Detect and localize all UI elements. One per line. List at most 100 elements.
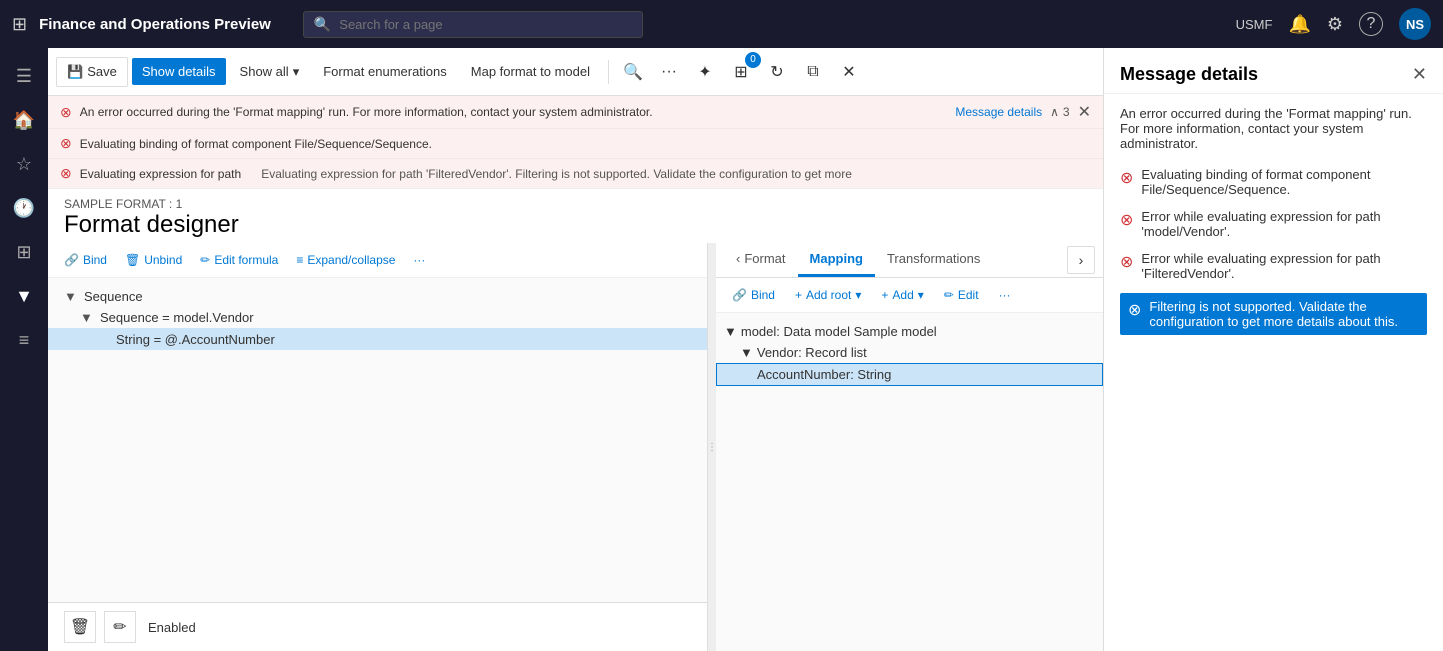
app-title: Finance and Operations Preview (39, 16, 271, 33)
message-panel: Message details ✕ An error occurred duri… (1103, 48, 1443, 651)
environment-label: USMF (1236, 17, 1273, 32)
sidebar-filter-icon[interactable]: ▼ (4, 276, 44, 316)
model-edit-icon: ✏ (944, 288, 954, 302)
bind-label: Bind (83, 253, 107, 267)
bind-button[interactable]: 🔗 Bind (56, 249, 115, 271)
edit-formula-button[interactable]: ✏ Edit formula (192, 249, 286, 271)
add-icon: + (881, 288, 888, 302)
model-tree: ▼ model: Data model Sample model ▼ Vendo… (716, 313, 1103, 651)
unbind-button[interactable]: 🗑 Unbind (117, 249, 190, 271)
show-all-chevron-icon: ▾ (293, 64, 300, 80)
error-close-icon[interactable]: ✕ (1078, 102, 1091, 122)
delete-icon-button[interactable]: 🗑 (64, 611, 96, 643)
error-text-2: Evaluating binding of format component F… (80, 137, 1091, 151)
designer-toolbar: 🔗 Bind 🗑 Unbind ✏ Edit formula ≡ Expand/… (48, 243, 707, 278)
tab-format[interactable]: ‹ Format (724, 243, 798, 277)
open-button[interactable]: ⧉ (797, 56, 829, 88)
unbind-label: Unbind (144, 253, 182, 267)
message-close-button[interactable]: ✕ (1412, 64, 1427, 85)
msg-error-text-2: Error while evaluating expression for pa… (1141, 209, 1427, 239)
edit-formula-label: Edit formula (214, 253, 278, 267)
tab-mapping[interactable]: Mapping (798, 243, 875, 277)
sidebar: ☰ 🏠 ☆ 🕐 ⊞ ▼ ≡ (0, 48, 48, 651)
add-root-chevron: ▾ (855, 288, 861, 302)
badge-wrap: ⊞ 0 (725, 56, 757, 88)
save-icon: 💾 (67, 64, 83, 80)
more-designer-options[interactable]: ··· (405, 249, 433, 271)
message-error-2: ⊗ Error while evaluating expression for … (1120, 209, 1427, 239)
show-all-button[interactable]: Show all ▾ (230, 58, 310, 86)
model-bind-icon: 🔗 (732, 288, 747, 302)
error-text-1: An error occurred during the 'Format map… (80, 105, 948, 119)
search-icon: 🔍 (314, 16, 331, 33)
add-label: Add (892, 288, 913, 302)
tab-transformations[interactable]: Transformations (875, 243, 992, 277)
model-item-vendor[interactable]: ▼ Vendor: Record list (716, 342, 1103, 363)
tree-item-vendor[interactable]: ▼ Sequence = model.Vendor (48, 307, 707, 328)
search-bar[interactable]: 🔍 (303, 11, 643, 38)
badge-count: 0 (745, 52, 761, 68)
model-item-root[interactable]: ▼ model: Data model Sample model (716, 321, 1103, 342)
sidebar-list-icon[interactable]: ≡ (4, 320, 44, 360)
sidebar-home-icon[interactable]: 🏠 (4, 100, 44, 140)
search-input[interactable] (339, 17, 632, 32)
model-toggle-icon: ▼ (724, 324, 737, 339)
tree-item-sequence[interactable]: ▼ Sequence (48, 286, 707, 307)
expand-icon: ≡ (296, 253, 303, 267)
bell-icon[interactable]: 🔔 (1288, 14, 1310, 35)
model-bind-button[interactable]: 🔗 Bind (724, 284, 783, 306)
unbind-icon: 🗑 (125, 253, 140, 267)
msg-error-icon-1: ⊗ (1120, 168, 1133, 188)
right-panel: ‹ Format Mapping Transformations › 🔗 (716, 243, 1103, 651)
avatar[interactable]: NS (1399, 8, 1431, 40)
format-enumerations-button[interactable]: Format enumerations (313, 58, 457, 85)
model-more-button[interactable]: ··· (991, 284, 1019, 306)
tree-account-label: String = @.AccountNumber (116, 332, 275, 347)
panel-divider[interactable]: ⋮ (708, 243, 716, 651)
tab-transformations-label: Transformations (887, 251, 980, 266)
design-icon-button[interactable]: ✦ (689, 56, 721, 88)
close-button[interactable]: ✕ (833, 56, 865, 88)
error-text-3: Evaluating expression for path Evaluatin… (80, 167, 1091, 181)
edit-icon-button[interactable]: ✏ (104, 611, 136, 643)
more-options-button[interactable]: ··· (653, 56, 685, 88)
tree-area: ▼ Sequence ▼ Sequence = model.Vendor ▶ S… (48, 278, 707, 602)
sidebar-star-icon[interactable]: ☆ (4, 144, 44, 184)
map-format-button[interactable]: Map format to model (461, 58, 600, 85)
tree-toggle-icon: ▼ (64, 289, 80, 304)
add-button[interactable]: + Add ▾ (873, 284, 931, 306)
message-intro: An error occurred during the 'Format map… (1120, 106, 1427, 151)
add-chevron: ▾ (918, 288, 924, 302)
sidebar-table-icon[interactable]: ⊞ (4, 232, 44, 272)
tree-toggle-icon-2: ▼ (80, 310, 96, 325)
message-details-link[interactable]: Message details (955, 105, 1042, 119)
designer-title: Format designer (64, 211, 1087, 239)
tab-format-label: Format (744, 251, 785, 266)
grid-icon[interactable]: ⊞ (12, 14, 27, 35)
tabs-bar: ‹ Format Mapping Transformations › (716, 243, 1103, 278)
gear-icon[interactable]: ⚙ (1327, 14, 1343, 35)
save-button[interactable]: 💾 Save (56, 57, 128, 87)
model-item-accountnumber[interactable]: AccountNumber: String (716, 363, 1103, 386)
model-edit-button[interactable]: ✏ Edit (936, 284, 987, 306)
sidebar-menu-icon[interactable]: ☰ (4, 56, 44, 96)
map-format-label: Map format to model (471, 64, 590, 79)
search-toolbar-icon[interactable]: 🔍 (617, 56, 649, 88)
left-panel: 🔗 Bind 🗑 Unbind ✏ Edit formula ≡ Expand/… (48, 243, 708, 651)
add-root-button[interactable]: + Add root ▾ (787, 284, 869, 306)
error-row-3: ⊗ Evaluating expression for path Evaluat… (48, 159, 1103, 188)
expand-collapse-button[interactable]: ≡ Expand/collapse (288, 249, 403, 271)
sidebar-recent-icon[interactable]: 🕐 (4, 188, 44, 228)
tree-item-label: Sequence (84, 289, 143, 304)
show-details-button[interactable]: Show details (132, 58, 226, 85)
model-root-label: model: Data model Sample model (741, 324, 937, 339)
tree-item-account[interactable]: ▶ String = @.AccountNumber (48, 328, 707, 350)
refresh-button[interactable]: ↻ (761, 56, 793, 88)
tab-nav-next[interactable]: › (1067, 246, 1095, 274)
tab-mapping-label: Mapping (810, 251, 863, 266)
error-icon-3: ⊗ (60, 165, 72, 182)
left-panel-bottom: 🗑 ✏ Enabled (48, 602, 707, 651)
nav-right: USMF 🔔 ⚙ ? NS (1236, 8, 1431, 40)
save-label: Save (87, 64, 117, 79)
help-icon[interactable]: ? (1359, 12, 1383, 36)
